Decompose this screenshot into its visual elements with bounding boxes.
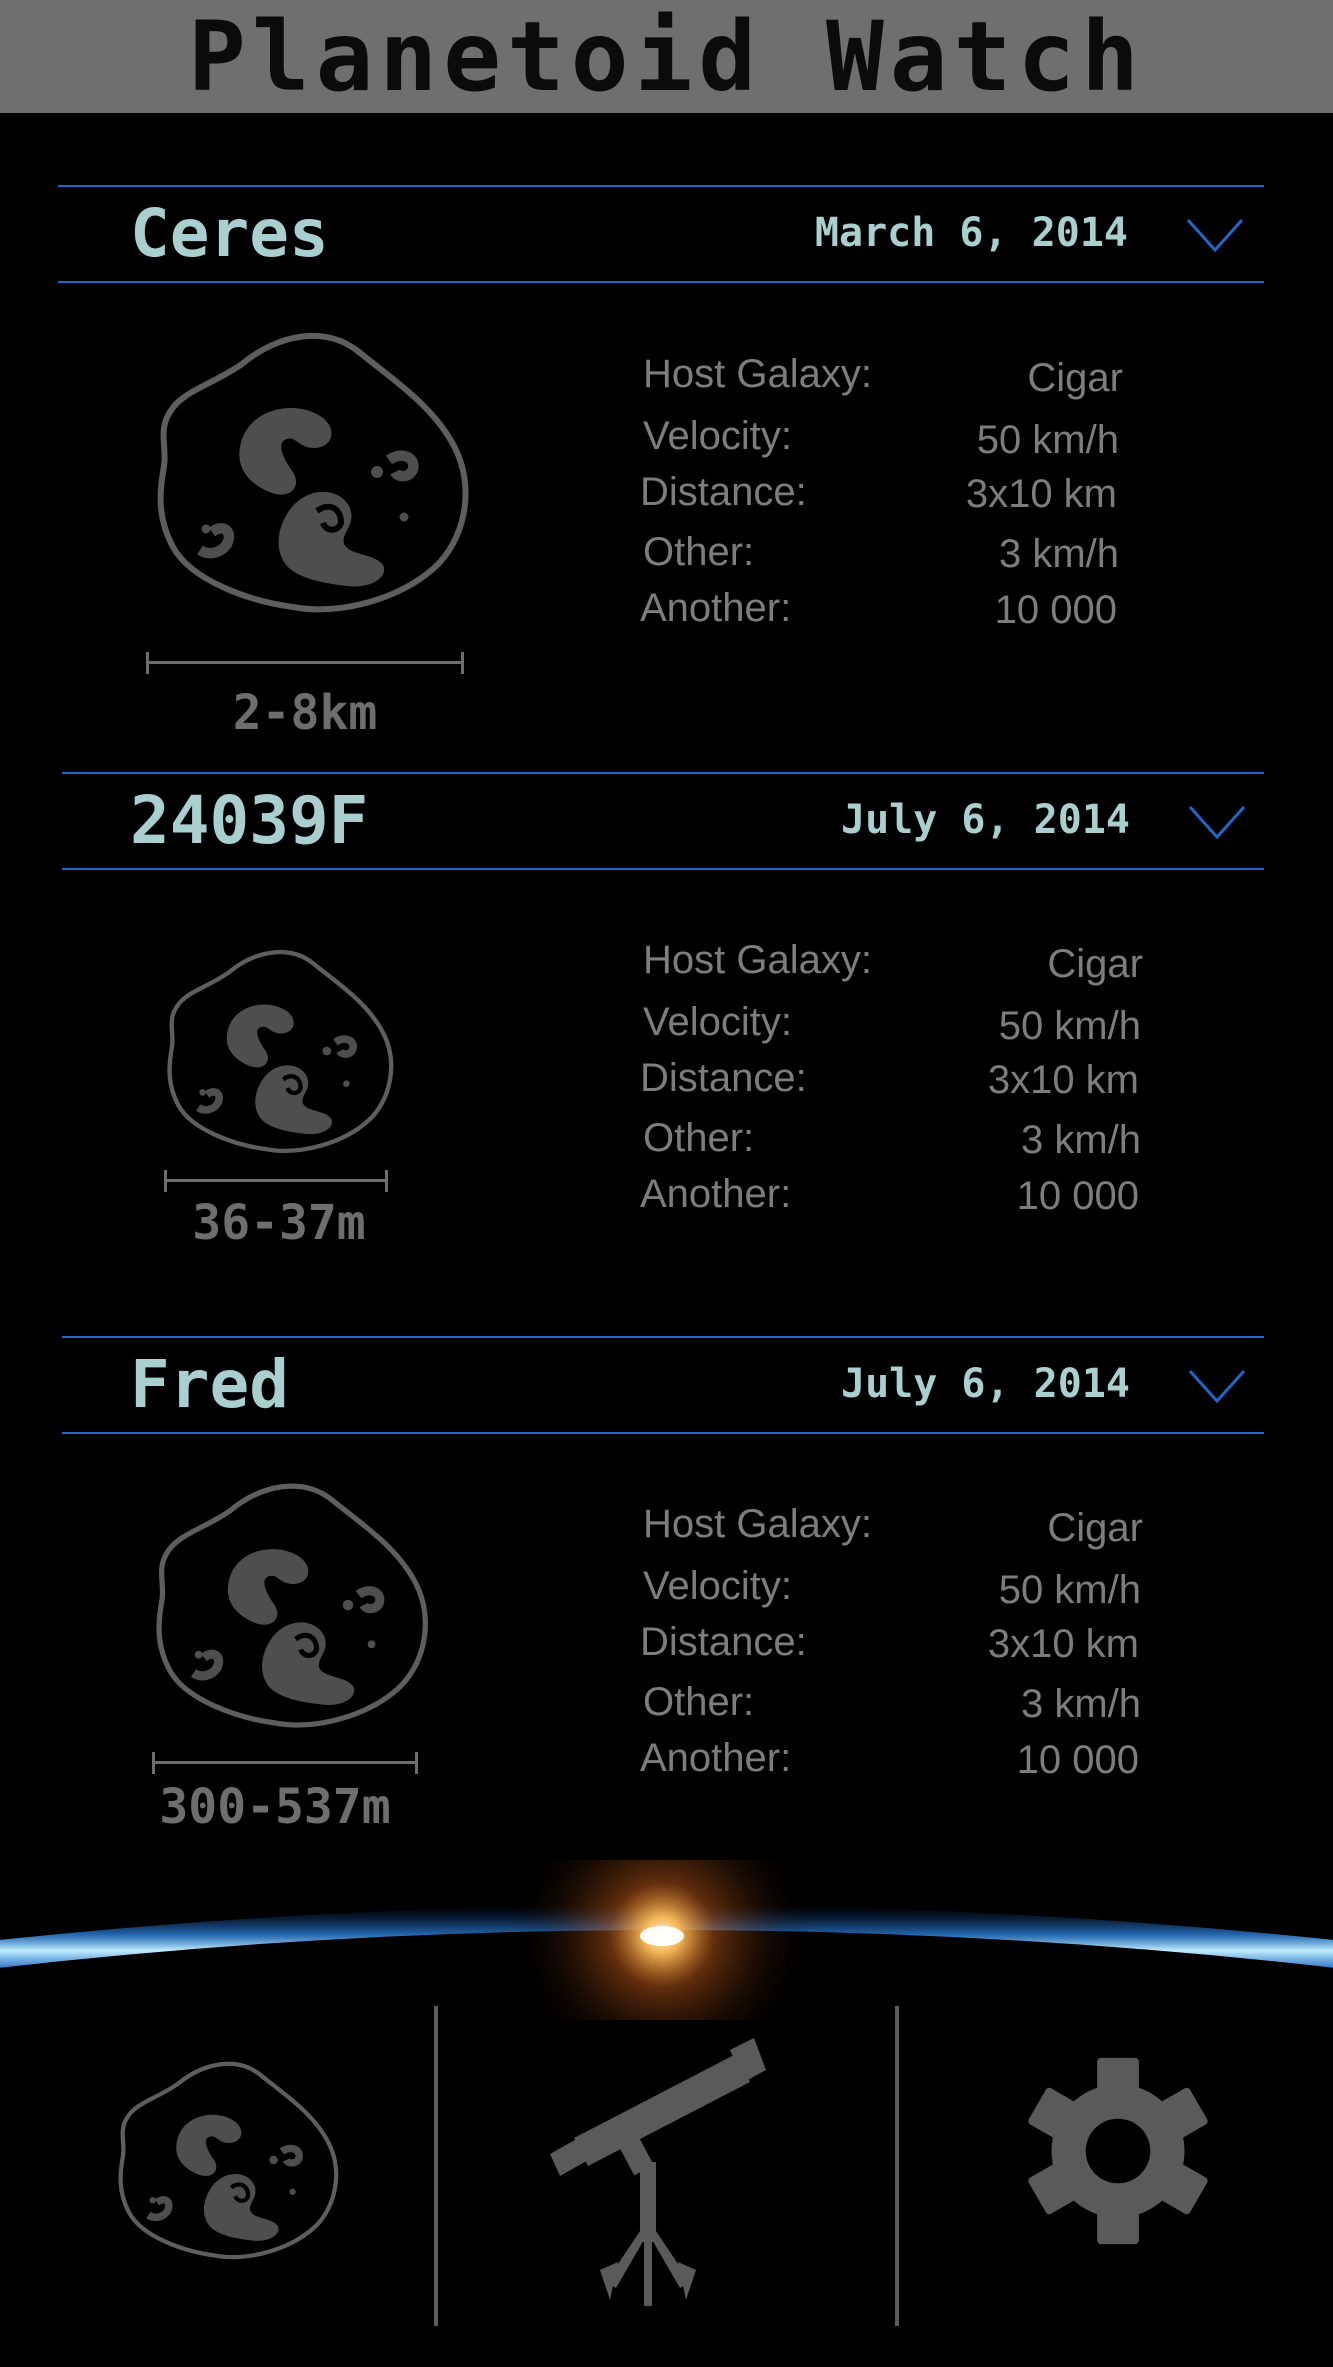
planetoid-header[interactable]: Fred July 6, 2014 xyxy=(62,1336,1264,1434)
telescope-icon xyxy=(550,2038,766,2306)
stats-table: Host Galaxy: Cigar Velocity: 50 km/h Dis… xyxy=(640,1500,1203,1790)
stats-table: Host Galaxy: Cigar Velocity: 50 km/h Dis… xyxy=(640,350,1183,640)
distance-label: Distance: xyxy=(640,470,807,514)
planetoid-name: 24039F xyxy=(130,782,369,859)
other-label: Other: xyxy=(643,1116,755,1160)
stats-table: Host Galaxy: Cigar Velocity: 50 km/h Dis… xyxy=(640,936,1203,1226)
chevron-down-icon[interactable] xyxy=(1188,1368,1246,1404)
another-label: Another: xyxy=(640,1736,792,1780)
size-label: 2-8km xyxy=(232,685,378,741)
size-scale-bar xyxy=(146,652,464,674)
size-label: 36-37m xyxy=(192,1195,366,1251)
size-label: 300-537m xyxy=(159,1779,391,1835)
host-galaxy-label: Host Galaxy: xyxy=(643,352,872,396)
tab-planetoids[interactable] xyxy=(60,1980,390,2310)
asteroid-icon xyxy=(112,2054,346,2266)
another-value: 10 000 xyxy=(1016,1738,1139,1782)
another-value: 10 000 xyxy=(1016,1174,1139,1218)
planetoid-header[interactable]: Ceres March 6, 2014 xyxy=(58,185,1264,283)
other-label: Other: xyxy=(643,1680,755,1724)
velocity-label: Velocity: xyxy=(643,1000,792,1044)
gear-icon xyxy=(1028,2057,1208,2245)
planetoid-date: July 6, 2014 xyxy=(841,797,1130,843)
asteroid-icon xyxy=(145,322,483,622)
distance-value: 3x10 km xyxy=(987,1622,1139,1666)
velocity-label: Velocity: xyxy=(643,1564,792,1608)
distance-value: 3x10 km xyxy=(965,472,1117,516)
chevron-down-icon[interactable] xyxy=(1186,217,1244,253)
tab-settings[interactable] xyxy=(940,1980,1270,2310)
host-galaxy-value: Cigar xyxy=(1027,356,1123,400)
app-screen: Planetoid Watch Ceres March 6, 2014 2-8k… xyxy=(0,0,1333,2367)
tab-telescope[interactable] xyxy=(480,1980,880,2310)
other-label: Other: xyxy=(643,530,755,574)
host-galaxy-value: Cigar xyxy=(1047,1506,1143,1550)
size-scale-bar xyxy=(164,1170,388,1192)
size-scale-bar xyxy=(152,1752,418,1774)
distance-label: Distance: xyxy=(640,1056,807,1100)
planetoid-date: March 6, 2014 xyxy=(814,210,1128,256)
tab-divider xyxy=(434,2006,438,2326)
velocity-value: 50 km/h xyxy=(998,1004,1141,1048)
tab-divider xyxy=(895,2006,899,2326)
velocity-value: 50 km/h xyxy=(998,1568,1141,1612)
another-label: Another: xyxy=(640,1172,792,1216)
title-bar: Planetoid Watch xyxy=(0,0,1333,113)
planetoid-name: Ceres xyxy=(130,195,329,272)
bottom-tab-bar xyxy=(0,1980,1333,2367)
host-galaxy-value: Cigar xyxy=(1047,942,1143,986)
velocity-value: 50 km/h xyxy=(976,418,1119,462)
asteroid-icon xyxy=(158,942,404,1160)
velocity-label: Velocity: xyxy=(643,414,792,458)
chevron-down-icon[interactable] xyxy=(1188,804,1246,840)
another-label: Another: xyxy=(640,586,792,630)
other-value: 3 km/h xyxy=(1020,1118,1141,1162)
host-galaxy-label: Host Galaxy: xyxy=(643,1502,872,1546)
planetoid-name: Fred xyxy=(130,1346,289,1423)
distance-value: 3x10 km xyxy=(987,1058,1139,1102)
planetoid-date: July 6, 2014 xyxy=(841,1361,1130,1407)
host-galaxy-label: Host Galaxy: xyxy=(643,938,872,982)
asteroid-icon xyxy=(148,1474,438,1736)
app-title: Planetoid Watch xyxy=(188,0,1145,113)
another-value: 10 000 xyxy=(994,588,1117,632)
other-value: 3 km/h xyxy=(998,532,1119,576)
distance-label: Distance: xyxy=(640,1620,807,1664)
planetoid-header[interactable]: 24039F July 6, 2014 xyxy=(62,772,1264,870)
other-value: 3 km/h xyxy=(1020,1682,1141,1726)
